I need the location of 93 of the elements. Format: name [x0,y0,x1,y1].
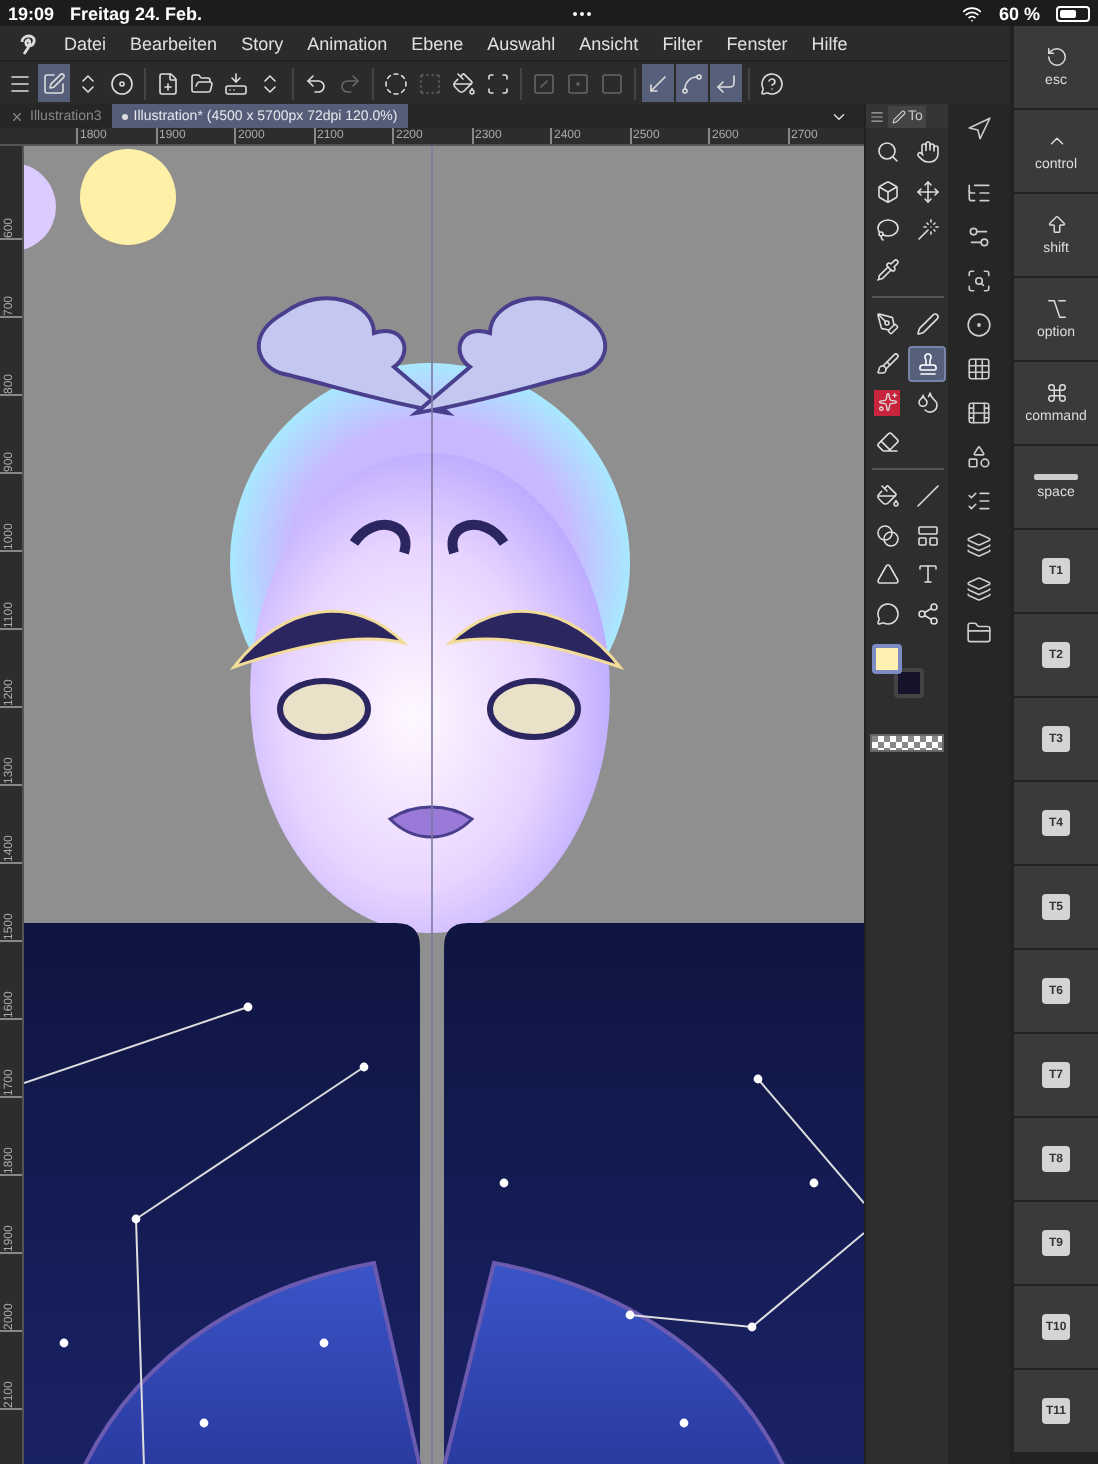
battery-icon [1056,5,1090,21]
gradient-icon [875,523,899,548]
paint-bucket-icon [875,484,899,509]
curve-icon [680,71,704,95]
text-icon [915,562,939,587]
help-icon [760,71,784,95]
cube-icon [875,179,899,204]
space-bar-icon [1034,474,1078,480]
panel-button[interactable] [963,354,995,384]
grid-icon [966,356,992,382]
pencil-icon [892,109,906,123]
droplets-icon [915,390,939,415]
eyedropper-icon [875,257,899,282]
option-icon [1045,298,1067,320]
menu-item[interactable]: Filter [650,33,715,53]
undo-icon [304,71,328,95]
up-down-icon [76,71,100,95]
pen-nib-icon [875,312,899,337]
triangle-icon [875,562,899,587]
panel-button[interactable] [963,530,995,560]
panel-button[interactable] [963,398,995,428]
redo-icon [338,71,362,95]
dotted-circle-icon [384,71,408,95]
paint-bucket-icon [452,71,476,95]
status-time: 19:09 [8,3,55,23]
slashed-square-icon [532,71,556,95]
panel-button[interactable] [963,310,995,340]
list-icon [966,488,992,514]
square-icon [600,71,624,95]
menu-item[interactable]: Fenster [714,33,800,53]
line-icon [915,484,939,509]
hand-icon [915,140,939,165]
ruler-icon [646,71,670,95]
shift-icon [1045,214,1067,236]
panel-button[interactable] [963,442,995,472]
close-icon[interactable] [10,109,24,123]
menu-item[interactable]: Datei [52,33,119,53]
stamp-icon [915,351,939,376]
sliders-icon [966,224,992,250]
stack-icon [966,576,992,602]
rotate-icon [1045,46,1067,68]
pencil-icon [915,312,939,337]
up-down-icon [258,71,282,95]
transform-icon [486,71,510,95]
layer-list-icon [966,180,992,206]
menu-item[interactable]: Ansicht [567,33,651,53]
dashed-square-icon [418,71,442,95]
transparent-swatch[interactable] [870,734,944,752]
color-swatch[interactable] [872,644,902,674]
menu-icon [8,71,32,95]
menu-item[interactable]: Auswahl [475,33,568,53]
speech-balloon-icon [875,601,899,626]
new-file-icon [156,71,180,95]
zoom-icon [875,140,899,165]
menu-item[interactable]: Story [229,33,296,53]
folder-icon [966,620,992,646]
menu-icon[interactable] [870,109,884,123]
toolbar-button[interactable] [38,64,70,102]
film-icon [966,400,992,426]
search-icon [966,268,992,294]
tray-icon [224,71,248,95]
nodes-icon [915,601,939,626]
color-circle-icon [966,312,992,338]
angle-icon [714,71,738,95]
menu-item[interactable]: Hilfe [799,33,860,53]
panel-button[interactable] [963,618,995,648]
folder-icon [190,71,214,95]
modified-dot-icon [121,113,128,119]
app-logo-icon[interactable] [16,31,40,55]
pen-square-icon [42,71,66,95]
menu-item[interactable]: Ebene [399,33,476,53]
status-date: Freitag 24. Feb. [70,3,203,23]
battery-percent: 60 % [998,3,1040,23]
color-swatch[interactable] [894,668,924,698]
move-icon [915,179,939,204]
tool-button[interactable] [868,384,906,421]
panel-button[interactable] [963,266,995,296]
layers-icon [966,532,992,558]
command-icon [1045,382,1067,404]
tool-button[interactable] [908,345,946,382]
navigator-icon [966,116,992,142]
frame-icon [915,523,939,548]
sparkle-icon [877,392,897,413]
panel-button[interactable] [963,574,995,604]
shapes-icon [966,444,992,470]
menu-item[interactable]: Animation [295,33,400,53]
eraser-icon [875,429,899,454]
wifi-icon [962,3,983,23]
panel-button[interactable] [963,114,995,144]
magic-wand-icon [915,218,939,243]
menu-item[interactable]: Bearbeiten [118,33,230,53]
lasso-icon [875,218,899,243]
brush-icon [875,351,899,376]
